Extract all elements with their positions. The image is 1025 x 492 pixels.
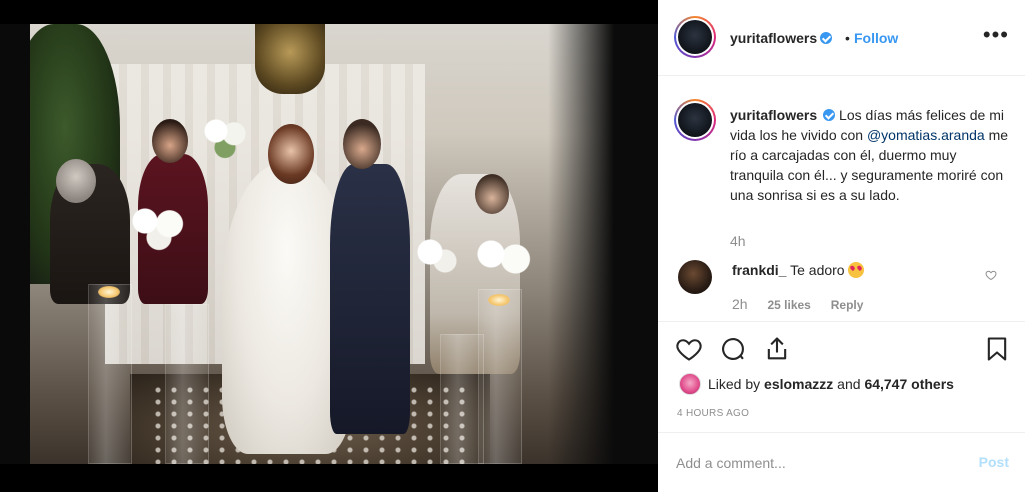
photo-candle xyxy=(88,284,132,464)
post-actions: Liked by eslomazzz and 64,747 others 4 H… xyxy=(658,323,1025,433)
photo-flowers-mid xyxy=(410,234,460,279)
bookmark-icon[interactable] xyxy=(983,335,1011,363)
post-timestamp[interactable]: 4 HOURS AGO xyxy=(677,408,749,419)
caption-text: yuritaflowers Los días más felices de mi… xyxy=(730,105,1010,205)
comment-meta: 2h 25 likes Reply xyxy=(732,296,879,312)
caption-username[interactable]: yuritaflowers xyxy=(730,107,817,123)
photo-flowers-left xyxy=(124,199,194,254)
wedding-photo[interactable] xyxy=(0,24,658,464)
post-header: yuritaflowers • Follow ••• xyxy=(658,0,1025,76)
caption-avatar-image xyxy=(678,103,712,137)
comment-likes[interactable]: 25 likes xyxy=(767,298,810,312)
photo-guest-elder-head xyxy=(56,159,96,203)
heart-eyes-emoji-icon xyxy=(847,262,864,278)
photo-bride-head xyxy=(268,124,314,184)
commenter-avatar[interactable] xyxy=(678,260,712,294)
photo-shadow-right xyxy=(548,24,658,464)
verified-badge-icon xyxy=(823,109,836,121)
liked-by-text: Liked by eslomazzz and 64,747 others xyxy=(708,376,954,392)
photo-guest-boy-head xyxy=(475,174,509,214)
follow-button[interactable]: Follow xyxy=(854,30,898,46)
photo-guest-maroon-head xyxy=(152,119,188,163)
photo-groom xyxy=(330,164,410,434)
liked-by-prefix: Liked by xyxy=(708,376,765,392)
caption-time[interactable]: 4h xyxy=(730,233,746,249)
add-comment-bar: Post xyxy=(658,434,1025,492)
photo-shadow-left xyxy=(0,24,30,464)
author-username-text[interactable]: yuritaflowers xyxy=(730,30,817,46)
comment-like-heart-icon[interactable] xyxy=(985,269,997,281)
author-avatar-image xyxy=(678,20,712,54)
photo-lamp xyxy=(255,24,325,94)
caption-avatar[interactable] xyxy=(674,99,716,141)
liked-by-count[interactable]: 64,747 others xyxy=(864,376,954,392)
post-sidebar: yuritaflowers • Follow ••• yuritaflowers… xyxy=(658,0,1025,492)
comment-time[interactable]: 2h xyxy=(732,296,748,312)
comment-icon[interactable] xyxy=(719,335,747,363)
header-separator: • xyxy=(845,30,850,46)
more-options-icon[interactable]: ••• xyxy=(983,22,1009,48)
photo-candle-flame xyxy=(488,294,510,306)
author-username[interactable]: yuritaflowers xyxy=(730,30,833,46)
caption-mention-link[interactable]: @yomatias.aranda xyxy=(867,127,985,143)
commenter-username[interactable]: frankdi_ xyxy=(732,262,786,278)
photo-candle xyxy=(165,304,209,464)
share-icon[interactable] xyxy=(763,335,791,363)
photo-candle xyxy=(440,334,484,464)
liked-by-middle: and xyxy=(833,376,865,392)
author-avatar[interactable] xyxy=(674,16,716,58)
liked-by-user[interactable]: eslomazzz xyxy=(764,376,833,392)
comment-reply-button[interactable]: Reply xyxy=(831,298,864,312)
comment-body: Te adoro xyxy=(790,262,845,278)
post-comment-button[interactable]: Post xyxy=(979,454,1009,470)
photo-bouquet xyxy=(195,109,255,164)
comments-section: yuritaflowers Los días más felices de mi… xyxy=(658,77,1025,322)
photo-candle-flame xyxy=(98,286,120,298)
photo-candle xyxy=(478,289,522,464)
add-comment-input[interactable] xyxy=(676,452,966,474)
photo-groom-head xyxy=(343,119,381,169)
heart-icon[interactable] xyxy=(675,335,703,363)
comment-text: frankdi_ Te adoro xyxy=(732,262,864,278)
photo-flowers-right xyxy=(470,234,540,284)
verified-badge-icon xyxy=(820,32,833,44)
liked-by-avatar[interactable] xyxy=(679,373,701,395)
post-media[interactable] xyxy=(0,0,658,492)
